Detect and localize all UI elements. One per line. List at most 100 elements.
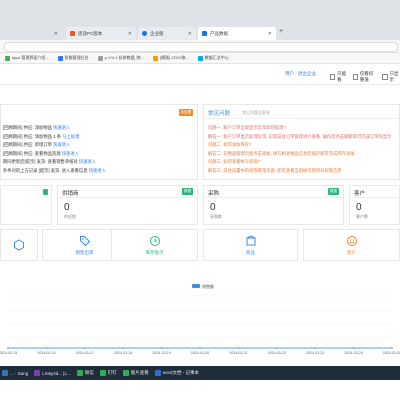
checkbox-item[interactable]: 仅看权重值 xyxy=(352,71,378,83)
close-icon[interactable]: ✕ xyxy=(188,31,192,37)
address-bar[interactable] xyxy=(0,40,400,53)
todo-item: 外件对的上方记录 [提示] 发货: 进入查看信息 快速进入 xyxy=(3,168,193,177)
data-point xyxy=(237,347,240,349)
desktop-area xyxy=(0,380,400,400)
bookmark-label: 智能管理后台 xyxy=(64,55,89,60)
taskbar-item[interactable]: 图片查看 xyxy=(122,370,149,376)
quick-link-card[interactable] xyxy=(0,229,38,261)
faq-item: 问题三: 如何查看帐号权限? xyxy=(208,159,398,168)
kpi-card-suppliers: 供销商 数据 0 供应数 xyxy=(57,185,199,225)
taskbar-item[interactable]: word文档 - 记事本 xyxy=(154,370,199,376)
data-point xyxy=(391,347,393,349)
kpi-value: 0 xyxy=(64,202,70,213)
faq-tag: 问题一: xyxy=(208,125,224,130)
url-input[interactable] xyxy=(4,42,398,52)
taskbar-label: ... - Sang xyxy=(10,370,29,376)
taskbar-item[interactable]: 微信 xyxy=(76,370,94,376)
app-header: 用户 退出企业 只能看 仅看权重值 只显示 xyxy=(0,64,400,85)
todo-text: 期间更新后[提示] 发货: 查看销售单核对 xyxy=(3,159,78,164)
faq-title: 常见问题 xyxy=(208,111,231,117)
data-point xyxy=(352,347,355,349)
faq-text: 前往设置中的权限管理页面, 即可查看当前帐号的所有权限信息 xyxy=(223,167,342,173)
x-tick-label: 2024-03-23 xyxy=(306,351,324,355)
bookmark-item[interactable]: layui 管理界面介绍... xyxy=(2,55,52,61)
bookmark-item[interactable]: 数据汇总中心 xyxy=(195,55,232,61)
app-icon xyxy=(122,370,129,376)
box-icon xyxy=(246,234,255,245)
site-favicon-icon xyxy=(202,31,207,36)
faq-item: 问题二: 如何添加库存? xyxy=(208,142,398,151)
faq-tag: 问题三: xyxy=(208,159,224,164)
todo-link[interactable]: 快速进入 xyxy=(53,142,70,147)
cube-icon xyxy=(14,239,24,251)
status-badge: 未处理 xyxy=(178,109,193,116)
user-link[interactable]: 用户 xyxy=(285,71,294,77)
legend-swatch xyxy=(192,284,200,288)
close-icon[interactable]: ✕ xyxy=(268,31,272,37)
quick-link-stocktake[interactable]: 库存盘点 xyxy=(111,229,198,261)
bookmark-item[interactable]: 智能管理后台 xyxy=(55,55,92,61)
os-taskbar: ... - Sang Lm6y4d... [L... 微信 钉钉 图片查看 word文档 … xyxy=(0,366,400,380)
todo-link[interactable]: 快速进入 xyxy=(79,159,96,164)
new-tab-button[interactable]: + xyxy=(279,28,283,35)
bookmark-label: 数据汇总中心 xyxy=(204,55,229,60)
browser-tab-first[interactable]: ✕ xyxy=(0,27,62,40)
taskbar-item[interactable]: 钉钉 xyxy=(99,370,117,376)
todo-link[interactable]: 快速进入 xyxy=(53,125,70,130)
bookmark-item[interactable]: p.Y/4.1 抗体数据_物... xyxy=(95,55,147,61)
quick-link-customer[interactable]: 客户 xyxy=(303,229,400,261)
bookmark-icon xyxy=(57,55,63,61)
todo-list: [回顾期间] 供应: 添加物品 快速进入 [回顾期间] 供应: 添加物品 1 条… xyxy=(3,125,193,176)
app-icon xyxy=(2,370,8,376)
faq-item: 解答二: 在物品管理页面点击添加, 填写相关物品信息后保存即可完成库存添加 xyxy=(208,151,398,160)
bookmark-item[interactable]: [模版] CDO/移... xyxy=(150,55,192,61)
todo-link[interactable]: 快速进入 xyxy=(62,151,79,156)
checkbox-item[interactable]: 只显示 xyxy=(382,71,400,83)
taskbar-item[interactable]: ... - Sang xyxy=(2,370,28,376)
kpi-badge: 数据 xyxy=(182,188,193,195)
data-point xyxy=(122,347,124,349)
tab-label: 思途PC版本 xyxy=(78,30,103,36)
todo-link[interactable]: 快速进入 xyxy=(89,168,106,173)
site-favicon-icon xyxy=(70,31,75,36)
divider xyxy=(204,118,400,119)
checkbox-icon[interactable] xyxy=(382,74,388,80)
checkbox-icon[interactable] xyxy=(330,74,336,80)
header-links: 用户 退出企业 xyxy=(285,71,316,77)
faq-panel: 常见问题 常见问题及解答 问题一: 账户订单出现显示异常如何处理? 解答一: 账户… xyxy=(203,104,400,180)
tag-icon xyxy=(79,235,90,246)
kpi-badge xyxy=(43,189,48,195)
checkbox-label: 只显示 xyxy=(389,71,399,82)
kpi-badge: 数据 xyxy=(328,188,339,195)
faq-item: 问题一: 账户订单出现显示异常如何处理? xyxy=(208,125,398,134)
taskbar-label: Lm6y4d... [L... xyxy=(42,370,71,376)
browser-tab[interactable]: 思途PC版本 ✕ xyxy=(66,27,136,40)
checkbox-icon[interactable] xyxy=(352,74,358,80)
quick-link-goods[interactable]: 商品 xyxy=(203,229,298,261)
clock-icon xyxy=(149,235,160,246)
x-tick-label: 2024-03-24 xyxy=(344,351,362,355)
x-tick-label: 2024-03-25 xyxy=(383,351,400,355)
faq-subtitle: 常见问题及解答 xyxy=(242,110,270,115)
close-icon[interactable]: ✕ xyxy=(128,31,132,37)
bookmark-icon xyxy=(197,55,203,61)
checkbox-label: 只能看 xyxy=(337,71,347,82)
exit-enterprise-link[interactable]: 退出企业 xyxy=(298,71,316,77)
taskbar-label: 图片查看 xyxy=(130,370,149,375)
close-icon[interactable]: ✕ xyxy=(54,31,58,37)
bookmark-label: p.Y/4.1 抗体数据_物... xyxy=(104,55,145,60)
kpi-title: 供销商 xyxy=(62,191,79,197)
data-point xyxy=(7,347,9,349)
bookmark-label: layui 管理界面介绍... xyxy=(12,55,49,60)
kpi-card-purchase: 采购 数据 0 采购数 xyxy=(203,185,345,225)
todo-link[interactable]: 马上处理 xyxy=(62,134,79,139)
taskbar-item[interactable]: Lm6y4d... [L... xyxy=(34,370,71,376)
browser-tab-active[interactable]: 产品数据 ✕ xyxy=(198,27,276,40)
tab-label: 产品数据 xyxy=(210,30,228,36)
todo-text: [回顾期间] 供应: 添加物品 xyxy=(3,125,52,130)
browser-tab[interactable]: 企业版 ✕ xyxy=(138,27,196,40)
checkbox-item[interactable]: 只能看 xyxy=(330,71,348,83)
app-icon xyxy=(154,370,161,376)
todo-item: 期间更新后[提示] 发货: 查看销售单核对 快速进入 xyxy=(3,159,193,168)
kpi-card-partial xyxy=(0,185,52,225)
